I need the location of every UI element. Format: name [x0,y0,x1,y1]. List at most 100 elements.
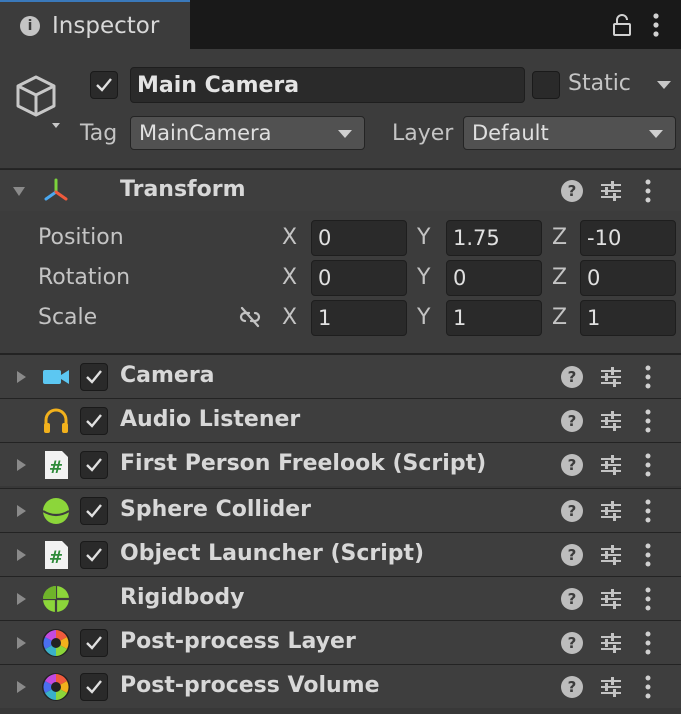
presets-sliders-icon[interactable] [599,587,623,611]
component-header-buttons: ? [561,621,681,663]
foldout-collapsed-icon[interactable] [14,680,28,694]
static-dropdown-caret-icon[interactable] [656,79,672,91]
help-icon[interactable]: ? [561,544,583,566]
help-icon[interactable]: ? [561,410,583,432]
foldout-expanded-icon[interactable] [12,184,26,198]
gameobject-name-field[interactable]: Main Camera [130,67,525,103]
tab-inspector[interactable]: i Inspector [0,0,190,49]
component-enabled-checkbox[interactable] [80,629,108,657]
presets-sliders-icon[interactable] [599,499,623,523]
component-row[interactable]: Audio Listener? [0,398,681,442]
component-menu-icon[interactable] [643,178,653,204]
component-title: Camera [120,363,215,388]
presets-sliders-icon[interactable] [599,631,623,655]
component-enabled-checkbox[interactable] [80,363,108,391]
axis-y-label: Y [417,305,431,330]
foldout-collapsed-icon[interactable] [14,458,28,472]
checkmark-icon [86,414,102,428]
position-x-field[interactable]: 0 [311,220,407,256]
headphones-icon [44,408,68,433]
component-menu-icon[interactable] [643,408,653,434]
scale-x-field[interactable]: 1 [311,300,407,336]
inspector-window: i Inspector Main Camera Static Tag MainC… [0,0,681,714]
component-title: Audio Listener [120,407,301,432]
component-menu-icon[interactable] [643,630,653,656]
component-menu-icon[interactable] [643,542,653,568]
position-label: Position [38,225,124,250]
component-row[interactable]: Camera? [0,354,681,398]
checkmark-icon [86,370,102,384]
svg-text:#: # [49,458,63,478]
presets-sliders-icon[interactable] [599,675,623,699]
scale-z-field[interactable]: 1 [580,300,676,336]
rotation-y-field[interactable]: 0 [446,260,542,296]
camera-icon [43,370,69,384]
gameobject-cube-icon[interactable] [12,71,68,131]
axis-z-label: Z [552,225,568,250]
component-menu-icon[interactable] [643,586,653,612]
component-row[interactable]: Post-process Layer? [0,620,681,664]
axis-z-label: Z [552,305,568,330]
active-checkbox[interactable] [90,71,118,99]
post-process-icon [42,629,70,657]
axis-z-label: Z [552,265,568,290]
component-header-buttons: ? [561,399,681,441]
lock-icon[interactable] [612,14,632,36]
component-enabled-checkbox[interactable] [80,673,108,701]
position-z-field[interactable]: -10 [580,220,676,256]
component-header-buttons: ? [561,489,681,531]
tag-dropdown[interactable]: MainCamera [130,116,365,150]
foldout-collapsed-icon[interactable] [14,370,28,384]
foldout-collapsed-icon[interactable] [14,636,28,650]
scale-y-field[interactable]: 1 [446,300,542,336]
foldout-collapsed-icon[interactable] [14,548,28,562]
help-icon[interactable]: ? [561,588,583,610]
component-row[interactable]: Rigidbody? [0,576,681,620]
component-header-transform[interactable]: Transform ? [0,169,681,211]
component-header-buttons: ? [561,665,681,707]
component-header-buttons: ? [561,355,681,397]
foldout-collapsed-icon[interactable] [14,592,28,606]
kebab-menu-icon[interactable] [650,12,662,38]
component-enabled-checkbox[interactable] [80,407,108,435]
presets-sliders-icon[interactable] [599,453,623,477]
script-icon: # [45,451,68,479]
component-header-buttons: ? [561,170,681,212]
component-menu-icon[interactable] [643,674,653,700]
rotation-x-field[interactable]: 0 [311,260,407,296]
help-icon[interactable]: ? [561,676,583,698]
presets-sliders-icon[interactable] [599,179,623,203]
post-process-icon [42,673,70,701]
help-icon[interactable]: ? [561,454,583,476]
component-row[interactable]: # Object Launcher (Script)? [0,532,681,576]
help-icon[interactable]: ? [561,632,583,654]
constrain-proportions-unlinked-icon[interactable] [237,305,263,329]
static-checkbox[interactable] [532,71,560,99]
sphere-collider-icon [42,498,70,524]
rotation-z-field[interactable]: 0 [580,260,676,296]
component-menu-icon[interactable] [643,452,653,478]
foldout-collapsed-icon[interactable] [14,504,28,518]
tag-label: Tag [80,121,118,146]
component-menu-icon[interactable] [643,364,653,390]
help-icon[interactable]: ? [561,500,583,522]
component-enabled-checkbox[interactable] [80,541,108,569]
layer-label: Layer [392,121,454,146]
presets-sliders-icon[interactable] [599,543,623,567]
component-menu-icon[interactable] [643,498,653,524]
position-y-field[interactable]: 1.75 [446,220,542,256]
component-enabled-checkbox[interactable] [80,497,108,525]
presets-sliders-icon[interactable] [599,409,623,433]
axis-x-label: X [282,305,298,330]
tab-label: Inspector [52,12,160,39]
presets-sliders-icon[interactable] [599,365,623,389]
help-icon[interactable]: ? [561,180,583,202]
axis-x-label: X [282,265,298,290]
help-icon[interactable]: ? [561,366,583,388]
component-row[interactable]: # First Person Freelook (Script)? [0,442,681,486]
component-row[interactable]: Post-process Volume? [0,664,681,708]
component-row[interactable]: Sphere Collider? [0,488,681,532]
layer-dropdown[interactable]: Default [463,116,676,150]
checkmark-icon [86,548,102,562]
component-enabled-checkbox[interactable] [80,451,108,479]
